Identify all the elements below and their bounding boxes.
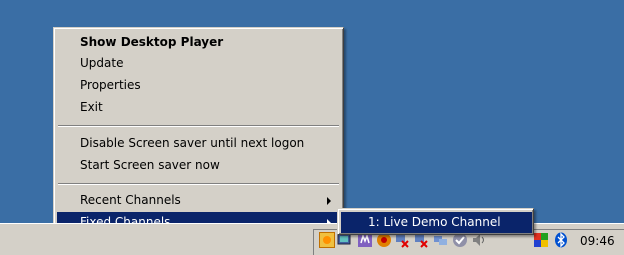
menu-item-label: Disable Screen saver until next logon [80, 136, 305, 150]
sun-icon[interactable] [319, 232, 335, 248]
menu-item-label: Recent Channels [80, 193, 181, 207]
menu-item-show-desktop-player[interactable]: Show Desktop Player [57, 32, 342, 53]
fixed-channels-submenu: 1: Live Demo Channel [337, 208, 534, 235]
menu-item-properties[interactable]: Properties [57, 75, 342, 96]
menu-item-label: Update [80, 56, 124, 70]
menu-item-recent-channels[interactable]: Recent Channels [57, 190, 342, 211]
tray-context-menu: Show Desktop Player Update Properties Ex… [53, 27, 344, 238]
menu-separator [58, 183, 339, 185]
menu-item-exit[interactable]: Exit [57, 97, 342, 118]
submenu-arrow-icon [327, 197, 331, 205]
menu-item-label: Show Desktop Player [80, 35, 224, 49]
menu-separator [58, 125, 339, 127]
menu-item-label: 1: Live Demo Channel [368, 215, 501, 229]
security-flag-icon[interactable] [533, 232, 549, 248]
menu-item-label: Exit [80, 100, 103, 114]
menu-item-label: Start Screen saver now [80, 158, 220, 172]
bluetooth-icon[interactable] [553, 232, 569, 248]
menu-item-disable-screensaver[interactable]: Disable Screen saver until next logon [57, 133, 342, 154]
submenu-item-live-demo-channel[interactable]: 1: Live Demo Channel [341, 212, 532, 233]
menu-item-start-screensaver[interactable]: Start Screen saver now [57, 155, 342, 176]
tray-clock[interactable]: 09:46 [580, 234, 615, 248]
menu-item-label: Properties [80, 78, 141, 92]
menu-item-update[interactable]: Update [57, 53, 342, 74]
